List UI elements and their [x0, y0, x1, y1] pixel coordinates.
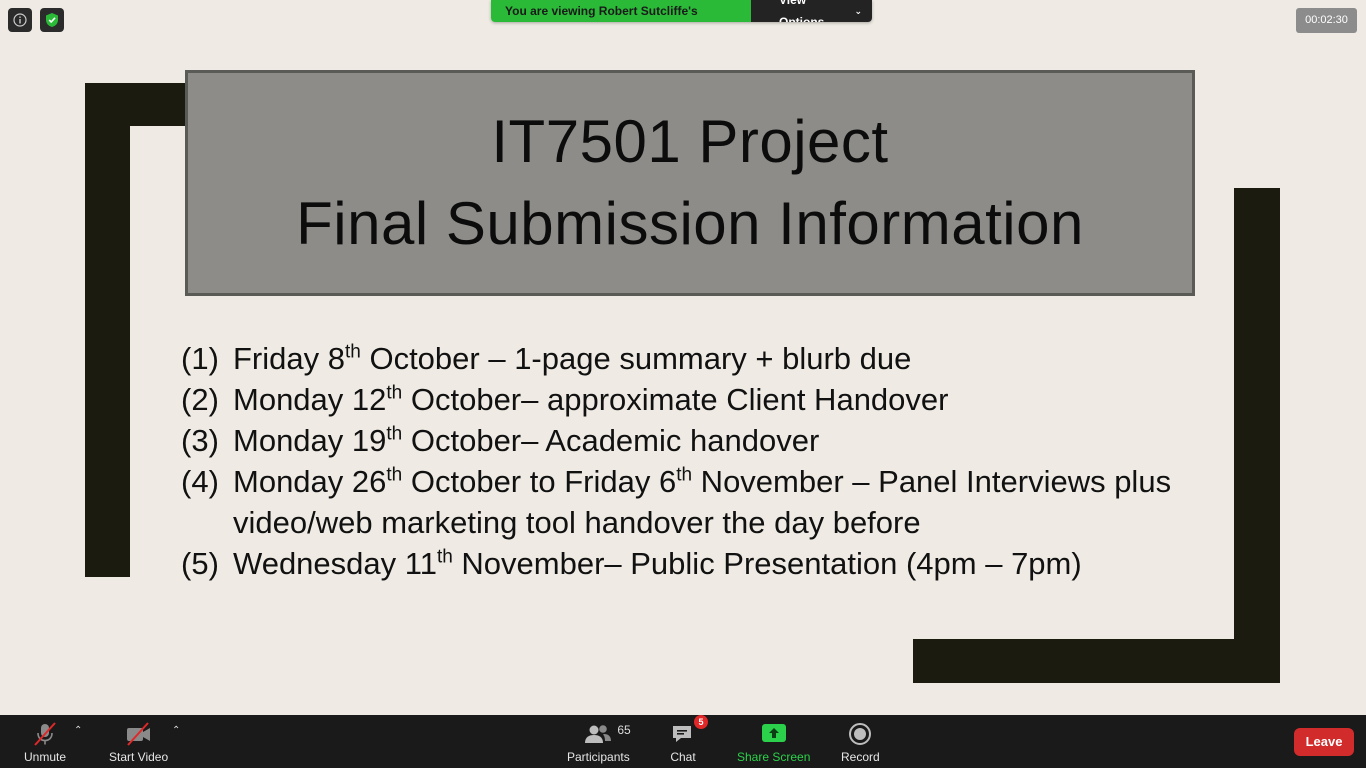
participants-count: 65	[617, 723, 631, 737]
list-item: (2) Monday 12th October– approximate Cli…	[181, 379, 1181, 420]
slide-bracket-right-horizontal	[913, 639, 1280, 683]
meeting-toolbar: Unmute ⌃ Start Video ⌃ 65 Participants 5…	[0, 715, 1366, 768]
muted-microphone-icon	[32, 721, 58, 747]
list-item-number: (4)	[181, 464, 219, 499]
video-options-caret-icon[interactable]: ⌃	[172, 725, 180, 736]
list-item-number: (2)	[181, 382, 219, 417]
leave-button[interactable]: Leave	[1294, 728, 1354, 756]
list-item-text: Monday 26th October to Friday 6th Novemb…	[233, 464, 1172, 540]
list-item-text: Wednesday 11th November– Public Presenta…	[233, 546, 1082, 581]
list-item-text: Monday 12th October– approximate Client …	[233, 382, 949, 417]
chat-bubble-icon: 5	[670, 715, 708, 747]
share-screen-button[interactable]: Share Screen	[737, 721, 810, 764]
viewing-screen-banner: You are viewing Robert Sutcliffe's scree…	[491, 0, 872, 22]
slide-title-box: IT7501 Project Final Submission Informat…	[185, 70, 1195, 296]
view-options-label: View Options	[779, 0, 825, 22]
list-item: (1) Friday 8th October – 1-page summary …	[181, 338, 1181, 379]
list-item-text: Monday 19th October– Academic handover	[233, 423, 820, 458]
slide-date-list: (1) Friday 8th October – 1-page summary …	[181, 338, 1181, 584]
slide-bracket-right-vertical	[1234, 188, 1280, 683]
viewing-screen-text: You are viewing Robert Sutcliffe's scree…	[491, 0, 751, 22]
list-item: (4) Monday 26th October to Friday 6th No…	[181, 461, 1181, 543]
view-options-button[interactable]: View Options ⌄	[751, 0, 872, 22]
unmute-button[interactable]: Unmute	[24, 721, 66, 764]
record-label: Record	[841, 750, 880, 764]
unmute-label: Unmute	[24, 750, 67, 764]
list-item: (3) Monday 19th October– Academic handov…	[181, 420, 1181, 461]
start-video-button[interactable]: Start Video	[109, 721, 168, 764]
audio-options-caret-icon[interactable]: ⌃	[74, 725, 82, 736]
meeting-info-icon[interactable]	[8, 8, 32, 32]
record-icon	[847, 721, 873, 747]
chat-button[interactable]: 5 Chat	[670, 715, 708, 764]
video-off-icon	[124, 721, 154, 747]
slide-bracket-left-horizontal	[85, 83, 187, 126]
record-button[interactable]: Record	[841, 721, 880, 764]
participants-icon: 65	[583, 721, 631, 747]
chat-label: Chat	[670, 750, 696, 764]
recording-timer: 00:02:30	[1296, 8, 1357, 33]
list-item-text: Friday 8th October – 1-page summary + bl…	[233, 341, 912, 376]
start-video-label: Start Video	[109, 750, 169, 764]
list-item-number: (1)	[181, 341, 219, 376]
list-item-number: (3)	[181, 423, 219, 458]
chat-unread-badge: 5	[694, 715, 708, 729]
participants-button[interactable]: 65 Participants	[567, 721, 631, 764]
slide-title-line-2: Final Submission Information	[296, 190, 1084, 257]
share-screen-label: Share Screen	[737, 750, 811, 764]
slide-bracket-left-vertical	[85, 83, 130, 577]
slide-title-line-1: IT7501 Project	[491, 108, 889, 175]
chevron-down-icon: ⌄	[854, 6, 862, 16]
list-item-number: (5)	[181, 546, 219, 581]
participants-label: Participants	[567, 750, 630, 764]
security-shield-icon[interactable]	[40, 8, 64, 32]
share-screen-icon	[761, 721, 787, 747]
list-item: (5) Wednesday 11th November– Public Pres…	[181, 543, 1181, 584]
